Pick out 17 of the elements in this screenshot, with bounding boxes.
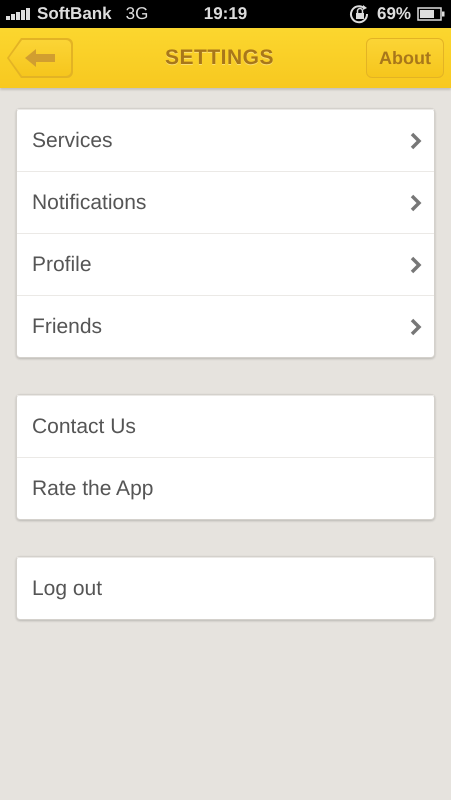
battery-icon	[417, 7, 446, 21]
page-title: SETTINGS	[165, 46, 274, 70]
settings-row[interactable]: Contact Us	[17, 395, 434, 457]
clock-time: 19:19	[204, 4, 248, 24]
back-button[interactable]	[7, 38, 73, 78]
network-type: 3G	[126, 4, 148, 24]
back-arrow-icon	[25, 49, 55, 67]
settings-row[interactable]: Profile	[17, 233, 434, 295]
settings-row[interactable]: Services	[17, 109, 434, 171]
carrier-name: SoftBank	[37, 4, 112, 24]
settings-row[interactable]: Notifications	[17, 171, 434, 233]
settings-row[interactable]: Log out	[17, 557, 434, 619]
settings-row[interactable]: Rate the App	[17, 457, 434, 519]
rotation-lock-icon	[348, 4, 371, 24]
battery-percent: 69%	[376, 4, 412, 24]
signal-icon	[6, 8, 33, 20]
settings-row[interactable]: Friends	[17, 295, 434, 357]
